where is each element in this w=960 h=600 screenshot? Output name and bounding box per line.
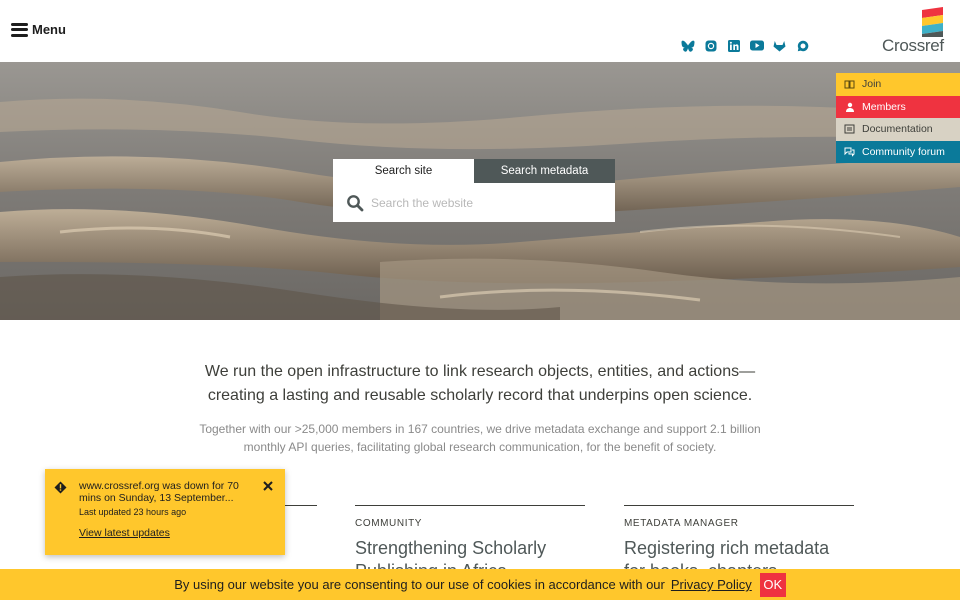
search-input[interactable] xyxy=(371,191,609,215)
card-kicker: METADATA MANAGER xyxy=(624,518,739,529)
user-icon xyxy=(844,102,855,112)
privacy-policy-link[interactable]: Privacy Policy xyxy=(671,577,752,592)
cookie-text: By using our website you are consenting … xyxy=(174,577,665,592)
card-kicker: COMMUNITY xyxy=(355,518,423,529)
hamburger-icon xyxy=(11,22,28,37)
sidebar-item-label: Documentation xyxy=(862,123,933,136)
menu-label: Menu xyxy=(32,22,66,37)
quick-links-nav: Join Members Documentation Community for… xyxy=(836,73,960,163)
status-alert: www.crossref.org was down for 70 mins on… xyxy=(45,469,285,555)
view-updates-link[interactable]: View latest updates xyxy=(79,527,170,539)
crossref-logo[interactable]: Crossref xyxy=(882,7,954,55)
crossref-logo-mark xyxy=(922,7,943,37)
docs-icon xyxy=(844,124,855,134)
intro-lead: We run the open infrastructure to link r… xyxy=(204,363,756,404)
social-links xyxy=(680,39,810,52)
intro-section: We run the open infrastructure to link r… xyxy=(0,360,960,456)
discourse-icon[interactable] xyxy=(795,39,810,52)
search-panel: Search site Search metadata xyxy=(333,159,615,222)
linkedin-icon[interactable] xyxy=(726,39,741,52)
tab-search-site[interactable]: Search site xyxy=(333,159,474,183)
sidebar-item-members[interactable]: Members xyxy=(836,95,960,118)
logo-wordmark: Crossref xyxy=(882,36,944,55)
search-icon[interactable] xyxy=(346,194,364,212)
card-divider xyxy=(355,505,585,506)
gitlab-icon[interactable] xyxy=(772,39,787,52)
mastodon-icon[interactable] xyxy=(703,39,718,52)
book-icon xyxy=(844,79,855,89)
alert-updated: Last updated 23 hours ago xyxy=(79,507,187,517)
menu-button[interactable]: Menu xyxy=(11,22,66,37)
sidebar-item-label: Join xyxy=(862,78,882,91)
sidebar-item-join[interactable]: Join xyxy=(836,73,960,96)
chat-icon xyxy=(844,147,855,157)
sidebar-item-label: Members xyxy=(862,100,906,113)
sidebar-item-documentation[interactable]: Documentation xyxy=(836,118,960,141)
cookie-banner: By using our website you are consenting … xyxy=(0,569,960,600)
sidebar-item-community-forum[interactable]: Community forum xyxy=(836,140,960,163)
intro-sub: Together with our >25,000 members in 167… xyxy=(199,422,761,454)
search-field xyxy=(333,183,615,222)
alert-message: www.crossref.org was down for 70 mins on… xyxy=(79,480,239,504)
tab-search-metadata[interactable]: Search metadata xyxy=(474,159,615,183)
warning-icon xyxy=(54,481,67,494)
site-header: Menu Crossref xyxy=(0,0,960,62)
sidebar-item-label: Community forum xyxy=(862,145,945,158)
cookie-ok-button[interactable]: OK xyxy=(759,572,786,597)
bluesky-icon[interactable] xyxy=(680,39,695,52)
close-icon[interactable] xyxy=(261,479,275,493)
card-divider xyxy=(624,505,854,506)
youtube-icon[interactable] xyxy=(749,39,764,52)
